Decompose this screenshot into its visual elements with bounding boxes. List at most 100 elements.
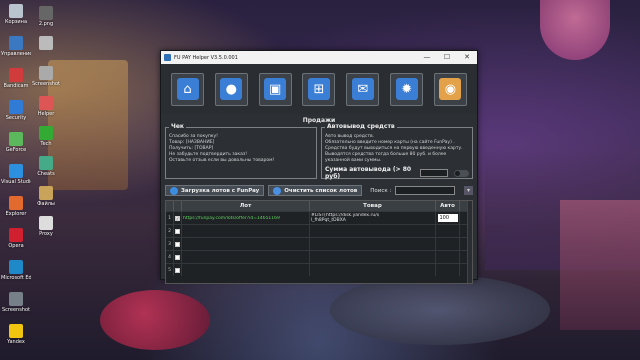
row-checkbox[interactable] bbox=[175, 267, 180, 273]
autowithdraw-title: Автовывод средств bbox=[325, 123, 397, 130]
close-button[interactable]: ✕ bbox=[457, 51, 477, 64]
window-title: FU PAY Helper V3.5.0.001 bbox=[174, 54, 238, 61]
desktop-shortcut-label: 2.png bbox=[38, 21, 54, 27]
row-number: 4 bbox=[166, 251, 174, 263]
app-shortcut-icon bbox=[9, 324, 23, 338]
toolbar-settings-button[interactable]: ✹ bbox=[390, 72, 424, 106]
sum-input[interactable] bbox=[419, 169, 448, 177]
file-icon bbox=[39, 156, 53, 170]
profile-icon: ● bbox=[220, 78, 243, 100]
lots-table: Лот Товар Авто 1 ✓ https://funpay.com/lots… bbox=[165, 200, 473, 284]
row-number: 2 bbox=[166, 225, 174, 237]
autowithdraw-text: Авто вывод средств. Обязательно введите … bbox=[325, 134, 463, 163]
desktop-shortcut-label: Файлы bbox=[37, 201, 55, 207]
desktop-shortcut[interactable]: 2.png bbox=[31, 6, 61, 27]
toolbar-wallet-button[interactable]: ▣ bbox=[258, 72, 292, 106]
refresh-icon bbox=[170, 186, 178, 195]
file-icon bbox=[39, 96, 53, 110]
load-lots-button[interactable]: Загрузка лотов с FunPay bbox=[165, 185, 265, 196]
toolbar-cart-button[interactable]: ⊞ bbox=[302, 72, 336, 106]
table-row[interactable]: 2 bbox=[166, 224, 472, 237]
desktop-shortcut-label: Screenshot bbox=[32, 81, 60, 87]
toolbar-cookie-button[interactable]: ◉ bbox=[433, 72, 467, 106]
col-check-header bbox=[174, 201, 182, 211]
file-icon bbox=[39, 216, 53, 230]
app-shortcut-icon bbox=[9, 4, 23, 18]
wallet-icon: ▣ bbox=[264, 78, 287, 100]
settings-icon: ✹ bbox=[395, 78, 418, 100]
app-shortcut-icon bbox=[9, 196, 23, 210]
title-bar[interactable]: FU PAY Helper V3.5.0.001 — ☐ ✕ bbox=[161, 51, 477, 64]
desktop-shortcut[interactable]: Управление bbox=[1, 36, 31, 57]
clear-lots-button[interactable]: Очистить список лотов bbox=[268, 185, 363, 196]
desktop-shortcut-label: Tech bbox=[40, 141, 52, 147]
desktop-shortcut[interactable]: Security bbox=[1, 100, 31, 121]
wallpaper-shelf bbox=[560, 200, 640, 330]
desktop-shortcut[interactable]: Cheats bbox=[31, 156, 61, 177]
auto-value[interactable]: 100 bbox=[437, 214, 458, 222]
desktop-shortcut[interactable]: Screenshot bbox=[31, 66, 61, 87]
desktop-shortcut[interactable]: Proxy bbox=[31, 216, 61, 237]
col-item-header[interactable]: Товар bbox=[310, 201, 436, 211]
table-row[interactable]: 3 bbox=[166, 237, 472, 250]
desktop-shortcut[interactable]: Visual Studio Code bbox=[1, 164, 31, 185]
table-row[interactable]: 1 ✓ https://funpay.com/lots/offer?id=14651… bbox=[166, 211, 472, 224]
table-row[interactable]: 4 bbox=[166, 250, 472, 263]
desktop-shortcut[interactable] bbox=[31, 36, 61, 51]
row-number: 1 bbox=[166, 212, 174, 224]
desktop-shortcut-label: Bandicam bbox=[3, 83, 29, 89]
row-checkbox[interactable] bbox=[175, 254, 180, 260]
app-shortcut-icon bbox=[9, 228, 23, 242]
receipt-textarea[interactable]: Спасибо за покупку! Товар: [НАЗВАНИЕ] Полу… bbox=[169, 134, 313, 164]
col-auto-header[interactable]: Авто bbox=[436, 201, 460, 211]
desktop-shortcut-label: Security bbox=[5, 115, 27, 121]
desktop-shortcut-label: GeForce bbox=[5, 147, 27, 153]
desktop-shortcut[interactable]: Yandex bbox=[1, 324, 31, 345]
app-shortcut-icon bbox=[9, 164, 23, 178]
app-shortcut-icon bbox=[9, 260, 23, 274]
row-checkbox[interactable]: ✓ bbox=[175, 215, 180, 221]
app-shortcut-icon bbox=[9, 132, 23, 146]
app-shortcut-icon bbox=[9, 36, 23, 50]
toolbar-profile-button[interactable]: ● bbox=[214, 72, 248, 106]
item-cell[interactable]: #LIST[https://disk.yandex.ru/i/ l_fh8Pqt… bbox=[311, 213, 379, 223]
minimize-button[interactable]: — bbox=[417, 51, 437, 64]
row-checkbox[interactable] bbox=[175, 241, 180, 247]
desktop-shortcut[interactable]: Screenshot bbox=[1, 292, 31, 313]
desktop-shortcut[interactable]: Корзина bbox=[1, 4, 31, 25]
main-toolbar: ⌂ ● ▣ ⊞ ✉ ✹ ◉ bbox=[161, 64, 477, 114]
desktop-shortcut-label: Proxy bbox=[39, 231, 53, 237]
file-icon bbox=[39, 186, 53, 200]
search-input[interactable] bbox=[395, 186, 456, 195]
clear-icon bbox=[273, 186, 282, 195]
desktop-shortcut-label: Yandex bbox=[7, 339, 25, 345]
desktop-shortcut-label: Screenshot bbox=[2, 307, 30, 313]
desktop-shortcut[interactable]: GeForce bbox=[1, 132, 31, 153]
desktop-shortcut[interactable]: Bandicam bbox=[1, 68, 31, 89]
desktop-shortcut[interactable]: Microsoft Edge bbox=[1, 260, 31, 281]
desktop-shortcut-label: Opera bbox=[8, 243, 24, 249]
app-shortcut-icon bbox=[9, 68, 23, 82]
desktop-shortcut[interactable]: Explorer bbox=[1, 196, 31, 217]
table-scrollbar[interactable] bbox=[467, 201, 472, 283]
autowithdraw-panel: Автовывод средств Авто вывод средств. Об… bbox=[321, 123, 473, 180]
home-icon: ⌂ bbox=[176, 78, 199, 100]
app-icon bbox=[164, 54, 171, 61]
lot-link[interactable]: https://funpay.com/lots/offer?id=1465116… bbox=[183, 216, 280, 221]
autowithdraw-toggle[interactable] bbox=[453, 169, 469, 177]
desktop-shortcut[interactable]: Tech bbox=[31, 126, 61, 147]
file-icon bbox=[39, 36, 53, 50]
toolbar-home-button[interactable]: ⌂ bbox=[171, 72, 204, 106]
row-checkbox[interactable] bbox=[175, 228, 180, 234]
toolbar-mail-button[interactable]: ✉ bbox=[346, 72, 380, 106]
chevron-down-icon[interactable]: ▾ bbox=[464, 186, 473, 195]
col-lot-header[interactable]: Лот bbox=[182, 201, 310, 211]
wallpaper-rug bbox=[330, 275, 550, 345]
maximize-button[interactable]: ☐ bbox=[437, 51, 457, 64]
desktop-shortcut[interactable]: Файлы bbox=[31, 186, 61, 207]
row-number: 3 bbox=[166, 238, 174, 250]
desktop-shortcut[interactable]: Helper bbox=[31, 96, 61, 117]
desktop-shortcut[interactable]: Opera bbox=[1, 228, 31, 249]
receipt-panel: Чек Спасибо за покупку! Товар: [НАЗВАНИЕ]… bbox=[165, 123, 317, 179]
table-row[interactable]: 5 bbox=[166, 263, 472, 276]
